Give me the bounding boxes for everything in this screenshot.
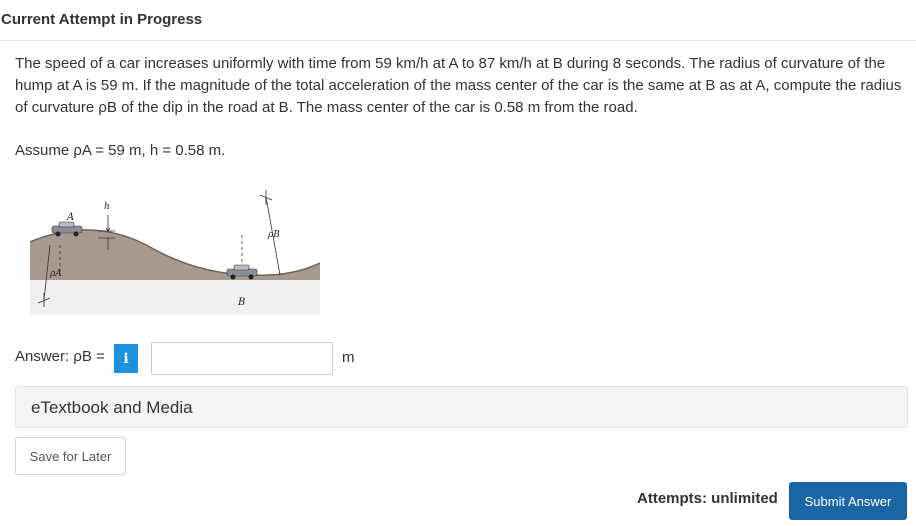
answer-label: Answer: ρB = [15,348,105,365]
info-icon[interactable]: i [114,344,138,373]
attempts-text: Attempts: unlimited [637,490,778,507]
question-text: The speed of a car increases uniformly w… [15,55,902,116]
rho-a-label: ρA [49,269,62,279]
save-for-later-button[interactable]: Save for Later [15,437,126,475]
road-diagram: A B h ρA ρB [30,190,320,315]
rho-b-label: ρB [267,230,280,240]
answer-input[interactable] [151,342,333,375]
submit-answer-button[interactable]: Submit Answer [789,482,907,520]
answer-unit: m [342,349,355,366]
point-a-label: A [66,212,74,223]
point-b-label: B [237,297,245,308]
etextbook-media-label: eTextbook and Media [31,398,193,417]
assumption-text: Assume ρA = 59 m, h = 0.58 m. [15,142,226,159]
attempt-status-title: Current Attempt in Progress [1,11,203,28]
etextbook-media-panel[interactable]: eTextbook and Media [15,386,908,428]
height-label: h [104,202,110,212]
attempt-header: Current Attempt in Progress [0,0,916,41]
